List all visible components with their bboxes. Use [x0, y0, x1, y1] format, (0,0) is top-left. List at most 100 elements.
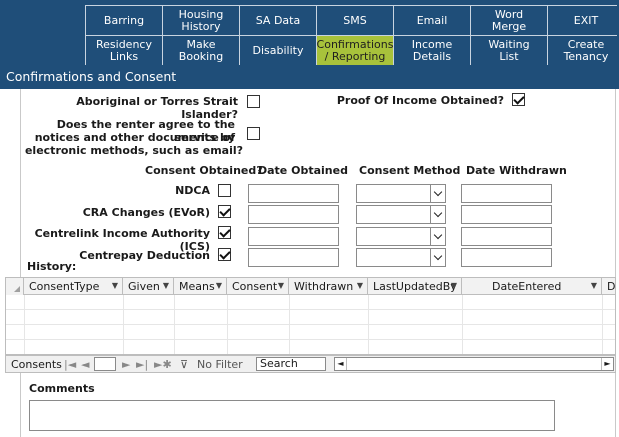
table-row[interactable]	[6, 325, 615, 340]
record-nav-label: Consents	[11, 358, 62, 371]
cra-date-obtained-field[interactable]	[248, 205, 339, 224]
chevron-down-icon[interactable]	[430, 185, 445, 202]
chevron-down-icon[interactable]	[430, 206, 445, 223]
form-title: Confirmations and Consent	[0, 67, 619, 89]
grid-line	[602, 295, 603, 354]
col-d-label: D	[607, 280, 616, 293]
nav-barring-button[interactable]: Barring	[86, 6, 162, 35]
ics-consent-method-select[interactable]	[356, 227, 446, 246]
electronic-service-label-line3: electronic methods, such as email?	[24, 144, 243, 157]
nav-confirmations-reporting-button[interactable]: Confirmations / Reporting	[317, 36, 393, 65]
nav-income-details-button[interactable]: Income Details	[394, 36, 470, 65]
chevron-down-icon[interactable]	[430, 249, 445, 266]
col-given[interactable]: Given ▼	[123, 278, 174, 295]
centrepay-date-obtained-field[interactable]	[248, 248, 339, 267]
first-record-icon[interactable]: |◄	[64, 358, 76, 371]
ndca-date-obtained-field[interactable]	[248, 184, 339, 203]
top-nav-bar: Barring Housing History SA Data SMS Emai…	[0, 0, 619, 67]
table-row[interactable]	[6, 295, 615, 310]
col-date-entered-label: DateEntered	[492, 280, 562, 293]
col-means-label: Means	[179, 280, 215, 293]
chevron-down-icon[interactable]: ▼	[357, 281, 363, 290]
select-all-corner[interactable]	[6, 278, 24, 295]
new-record-icon[interactable]: ►✱	[154, 358, 172, 371]
search-input[interactable]: Search	[256, 357, 326, 371]
table-row[interactable]	[6, 340, 615, 354]
col-withdrawn[interactable]: Withdrawn ▼	[289, 278, 368, 295]
grid-line	[227, 295, 228, 354]
scroll-right-icon[interactable]: ►	[601, 358, 613, 370]
nav-residency-links-button[interactable]: Residency Links	[86, 36, 162, 65]
prev-record-icon[interactable]: ◄	[81, 358, 89, 371]
nav-housing-history-button[interactable]: Housing History	[163, 6, 239, 35]
comments-textarea[interactable]	[29, 400, 555, 431]
centrelink-ics-checkbox[interactable]	[218, 226, 231, 239]
nav-word-merge-button[interactable]: Word Merge	[471, 6, 547, 35]
proof-income-label: Proof Of Income Obtained?	[336, 94, 504, 107]
current-record-field[interactable]	[94, 357, 116, 371]
nav-sa-data-button[interactable]: SA Data	[240, 6, 316, 35]
nav-create-tenancy-button[interactable]: Create Tenancy	[548, 36, 619, 65]
centrepay-label: Centrepay Deduction	[79, 249, 210, 262]
chevron-down-icon[interactable]: ▼	[278, 281, 284, 290]
chevron-down-icon[interactable]: ▼	[591, 281, 597, 290]
col-date-entered[interactable]: DateEntered ▼	[462, 278, 602, 295]
next-record-icon[interactable]: ►	[122, 358, 130, 371]
nav-waiting-list-button[interactable]: Waiting List	[471, 36, 547, 65]
chevron-down-icon[interactable]	[430, 228, 445, 245]
ndca-consent-method-select[interactable]	[356, 184, 446, 203]
table-row[interactable]	[6, 310, 615, 325]
col-consent-type-label: ConsentType	[29, 280, 100, 293]
nav-sms-button[interactable]: SMS	[317, 6, 393, 35]
date-obtained-header: Date Obtained	[258, 164, 348, 177]
centrepay-date-withdrawn-field[interactable]	[461, 248, 552, 267]
ndca-checkbox[interactable]	[218, 184, 231, 197]
cra-consent-method-select[interactable]	[356, 205, 446, 224]
col-consent-type[interactable]: ConsentType ▼	[24, 278, 123, 295]
grid-line	[24, 295, 25, 354]
col-last-updated-by-label: LastUpdatedBy	[373, 280, 457, 293]
col-withdrawn-label: Withdrawn	[294, 280, 354, 293]
nav-make-booking-button[interactable]: Make Booking	[163, 36, 239, 65]
chevron-down-icon[interactable]: ▼	[216, 281, 222, 290]
electronic-service-label-line2: notices and other documents by	[34, 131, 235, 144]
grid-line	[289, 295, 290, 354]
ndca-date-withdrawn-field[interactable]	[461, 184, 552, 203]
cra-date-withdrawn-field[interactable]	[461, 205, 552, 224]
ics-date-withdrawn-field[interactable]	[461, 227, 552, 246]
col-d[interactable]: D	[602, 278, 616, 295]
proof-income-checkbox[interactable]	[512, 93, 525, 106]
right-divider	[615, 89, 616, 437]
record-navigation-bar: Consents |◄ ◄ ► ►| ►✱ ⊽ No Filter Search…	[5, 355, 616, 373]
ics-date-obtained-field[interactable]	[248, 227, 339, 246]
grid-header-row: ConsentType ▼ Given ▼ Means ▼ Consent ▼ With…	[6, 278, 616, 295]
no-filter-label[interactable]: No Filter	[197, 358, 243, 371]
history-datasheet[interactable]: ConsentType ▼ Given ▼ Means ▼ Consent ▼ With…	[5, 277, 616, 355]
aboriginal-checkbox[interactable]	[247, 95, 260, 108]
col-consent-label: Consent	[232, 280, 278, 293]
horizontal-scrollbar[interactable]: ◄ ►	[334, 357, 614, 371]
centrepay-consent-method-select[interactable]	[356, 248, 446, 267]
filter-icon[interactable]: ⊽	[180, 358, 188, 371]
history-label: History:	[27, 260, 77, 273]
chevron-down-icon[interactable]: ▼	[112, 281, 118, 290]
scroll-left-icon[interactable]: ◄	[335, 358, 347, 370]
col-last-updated-by[interactable]: LastUpdatedBy ▼	[368, 278, 462, 295]
chevron-down-icon[interactable]: ▼	[163, 281, 169, 290]
grid-line	[462, 295, 463, 354]
last-record-icon[interactable]: ►|	[136, 358, 148, 371]
centrepay-checkbox[interactable]	[218, 248, 231, 261]
chevron-down-icon[interactable]: ▼	[451, 281, 457, 290]
nav-disability-button[interactable]: Disability	[240, 36, 316, 65]
col-means[interactable]: Means ▼	[174, 278, 227, 295]
date-withdrawn-header: Date Withdrawn	[466, 164, 567, 177]
electronic-service-checkbox[interactable]	[247, 127, 260, 140]
comments-label: Comments	[29, 382, 95, 395]
cra-changes-checkbox[interactable]	[218, 205, 231, 218]
nav-exit-button[interactable]: EXIT	[548, 6, 619, 35]
col-given-label: Given	[128, 280, 160, 293]
col-consent[interactable]: Consent ▼	[227, 278, 289, 295]
consent-method-header: Consent Method	[359, 164, 461, 177]
nav-email-button[interactable]: Email	[394, 6, 470, 35]
nav-button-grid: Barring Housing History SA Data SMS Emai…	[85, 5, 619, 65]
